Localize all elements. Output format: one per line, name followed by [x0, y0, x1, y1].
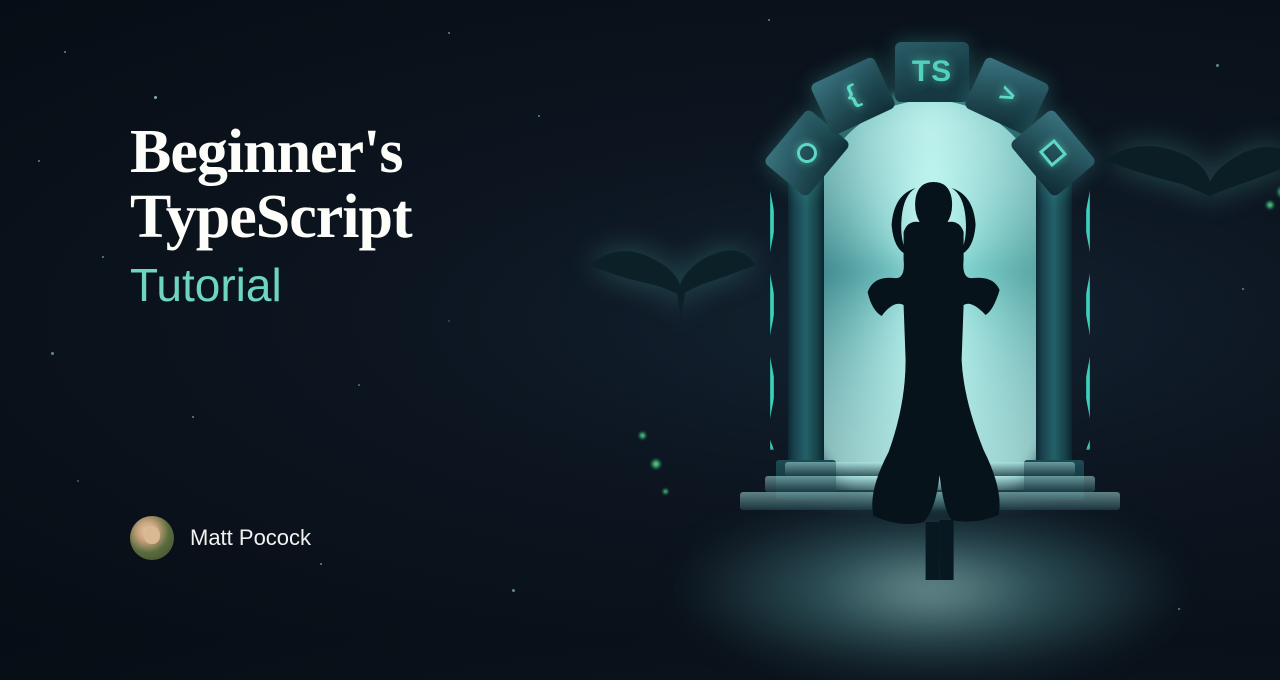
author-block: Matt Pocock: [130, 516, 311, 560]
silhouette-figure: [844, 170, 1024, 590]
bird-left-icon: [580, 230, 760, 335]
title-line-1: Beginner's: [130, 120, 412, 185]
author-avatar: [130, 516, 174, 560]
author-name: Matt Pocock: [190, 525, 311, 551]
hero-text-block: Beginner's TypeScript Tutorial: [130, 120, 412, 312]
bird-right-icon: [1100, 130, 1280, 245]
portal-illustration: { TS >: [620, 0, 1240, 640]
keystone-ts-badge: TS: [895, 42, 969, 102]
title-line-2: TypeScript: [130, 185, 412, 250]
subtitle: Tutorial: [130, 258, 412, 312]
